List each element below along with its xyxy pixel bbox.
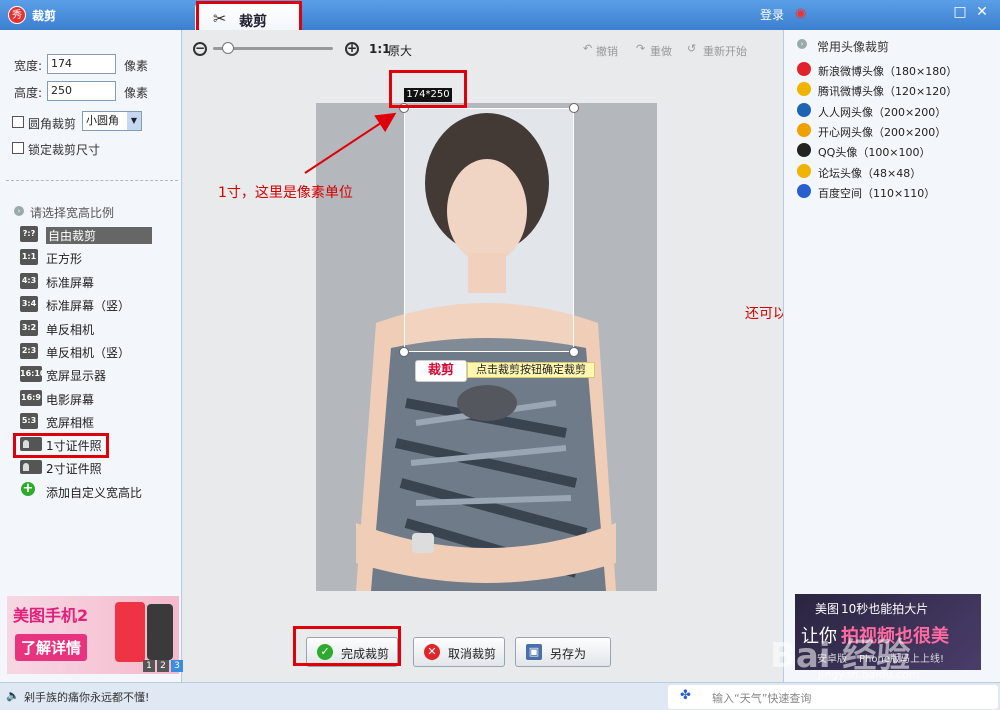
search-input[interactable]: 输入“天气”快速查询 [712,690,811,706]
watermark-url: jingyan.baidu.com [818,668,920,681]
arrow-to-size [304,112,397,174]
ad-line1: 美图 [815,602,840,616]
baidu-paw-icon: ✤ [680,688,691,703]
cancel-icon: ✕ [424,644,440,660]
speaker-icon: 🔈 [6,689,20,702]
status-ticker[interactable]: 剁手族的痛你永远都不懂! [24,689,149,705]
avatar-preset-item[interactable]: 百度空间（110×110） [818,185,935,201]
save-as-label: 另存为 [550,647,587,661]
renren-icon [797,102,811,117]
status-bar: 🔈 剁手族的痛你永远都不懂! ✤ 输入“天气”快速查询 [0,682,1000,710]
annotation-note-pixel: 1寸，这里是像素单位 [218,185,353,201]
save-icon: ▣ [526,644,542,660]
search-box[interactable]: ✤ 输入“天气”快速查询 [668,685,998,709]
avatar-preset-item[interactable]: 开心网头像（200×200） [818,124,946,140]
cancel-crop-button[interactable]: ✕ 取消裁剪 [413,637,505,667]
forum-icon [797,163,811,178]
annotation-box-finish [293,626,401,666]
avatar-preset-item[interactable]: QQ头像（100×100） [818,144,931,160]
chevron-right-icon: › [797,39,807,49]
ad-line1b: 10秒也能拍大片 [841,602,929,616]
baidu-icon [797,183,811,198]
cancel-crop-label: 取消裁剪 [448,647,497,661]
avatar-preset-item[interactable]: 新浪微博头像（180×180） [818,63,957,79]
avatar-preset-item[interactable]: 人人网头像（200×200） [818,104,946,120]
avatar-preset-item[interactable]: 腾讯微博头像（120×120） [818,83,957,99]
avatar-crop-heading: 常用头像裁剪 [817,40,890,54]
kaixin-icon [797,122,811,137]
sina-weibo-icon [797,62,811,76]
save-as-button[interactable]: ▣ 另存为 [515,637,611,667]
avatar-preset-item[interactable]: 论坛头像（48×48） [818,165,921,181]
